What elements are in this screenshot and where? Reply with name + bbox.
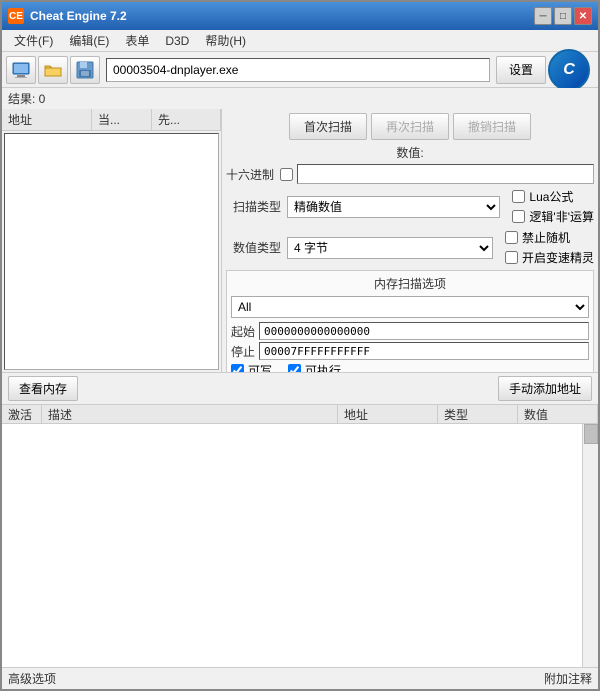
scan-type-row: 扫描类型 精确数值 比上次增加了 比上次减少了 大于… 未改变的值 Lua公式: [226, 188, 594, 225]
undo-scan-button[interactable]: 撤销扫描: [453, 113, 531, 140]
not-or-option-row: 逻辑'非'运算: [512, 208, 594, 225]
results-bar: 结果: 0: [2, 88, 598, 109]
speed-wizard-row: 开启变速精灵: [505, 249, 594, 266]
table-body: [2, 424, 598, 667]
writable-row: 可写: [231, 362, 272, 372]
value-section: 数值: 十六进制: [226, 144, 594, 184]
speed-wizard-label: 开启变速精灵: [522, 249, 594, 266]
computer-icon: [11, 60, 31, 80]
maximize-button[interactable]: □: [554, 7, 572, 25]
process-name: 00003504-dnplayer.exe: [113, 63, 238, 77]
title-controls: ─ □ ✕: [534, 7, 592, 25]
start-addr-row: 起始: [231, 322, 589, 340]
two-panel: 地址 当... 先... 首次扫描 再次扫描 撤销扫描 数值:: [2, 109, 598, 372]
value-type-select[interactable]: 1 字节 2 字节 4 字节 8 字节 浮点数: [287, 237, 493, 259]
open-file-button[interactable]: [38, 56, 68, 84]
scrollbar[interactable]: [582, 424, 598, 667]
settings-button[interactable]: 设置: [496, 56, 546, 84]
not-or-label: 逻辑'非'运算: [529, 208, 594, 225]
start-addr-input[interactable]: [259, 322, 589, 340]
left-col-current: 当...: [92, 109, 152, 130]
lua-checkbox[interactable]: [512, 190, 525, 203]
left-col-address: 地址: [2, 109, 92, 130]
add-comment-link[interactable]: 附加注释: [544, 670, 592, 687]
left-panel: 地址 当... 先...: [2, 109, 222, 372]
main-window: CE Cheat Engine 7.2 ─ □ ✕ 文件(F) 编辑(E) 表单…: [0, 0, 600, 691]
menu-file[interactable]: 文件(F): [6, 30, 61, 51]
bottom-toolbar: 查看内存 手动添加地址: [2, 372, 598, 404]
scan-buttons: 首次扫描 再次扫描 撤销扫描: [226, 113, 594, 140]
process-name-bar: 00003504-dnplayer.exe: [106, 58, 490, 82]
value-label: 数值:: [226, 144, 594, 161]
right-panel: 首次扫描 再次扫描 撤销扫描 数值: 十六进制 扫描类型: [222, 109, 598, 372]
hex-checkbox[interactable]: [280, 168, 293, 181]
left-list[interactable]: [4, 133, 219, 370]
save-button[interactable]: [70, 56, 100, 84]
no-random-row: 禁止随机: [505, 229, 594, 246]
ce-logo: C: [548, 49, 590, 91]
folder-icon: [43, 60, 63, 80]
stop-addr-row: 停止: [231, 342, 589, 360]
memory-scan-title: 内存扫描选项: [231, 275, 589, 292]
writable-checkbox[interactable]: [231, 364, 244, 372]
settings-label: 设置: [509, 61, 533, 78]
stop-addr-input[interactable]: [259, 342, 589, 360]
status-bar: 高级选项 附加注释: [2, 667, 598, 689]
no-random-checkbox[interactable]: [505, 231, 518, 244]
minimize-button[interactable]: ─: [534, 7, 552, 25]
toolbar-logo-area: 00003504-dnplayer.exe 设置 C: [102, 49, 594, 91]
app-icon: CE: [8, 8, 24, 24]
executable-checkbox[interactable]: [288, 364, 301, 372]
first-scan-button[interactable]: 首次扫描: [289, 113, 367, 140]
speed-wizard-checkbox[interactable]: [505, 251, 518, 264]
left-panel-header: 地址 当... 先...: [2, 109, 221, 131]
view-memory-button[interactable]: 查看内存: [8, 376, 78, 401]
title-bar-left: CE Cheat Engine 7.2: [8, 8, 127, 24]
col-value: 数值: [518, 405, 598, 423]
col-type: 类型: [438, 405, 518, 423]
value-input[interactable]: [297, 164, 594, 184]
value-type-label: 数值类型: [226, 239, 281, 256]
not-or-checkbox[interactable]: [512, 210, 525, 223]
table-header: 激活 描述 地址 类型 数值: [2, 404, 598, 424]
scrollbar-thumb[interactable]: [584, 424, 598, 444]
start-addr-label: 起始: [231, 323, 255, 340]
left-col-prev: 先...: [152, 109, 221, 130]
window-title: Cheat Engine 7.2: [30, 9, 127, 23]
scan-type-label: 扫描类型: [226, 198, 281, 215]
table-section: 激活 描述 地址 类型 数值: [2, 404, 598, 667]
hex-row: 十六进制: [226, 164, 594, 184]
add-address-button[interactable]: 手动添加地址: [498, 376, 592, 401]
col-addr: 地址: [338, 405, 438, 423]
writable-label: 可写: [248, 362, 272, 372]
lua-option-row: Lua公式: [512, 188, 594, 205]
results-count: 结果: 0: [8, 92, 45, 106]
menu-d3d[interactable]: D3D: [157, 32, 197, 50]
lua-label: Lua公式: [529, 188, 573, 205]
value-type-row: 数值类型 1 字节 2 字节 4 字节 8 字节 浮点数 禁止随机: [226, 229, 594, 266]
save-icon: [75, 60, 95, 80]
memory-scan-section: 内存扫描选项 All Custom 起始 停止: [226, 270, 594, 372]
executable-label: 可执行: [305, 362, 341, 372]
main-content: 结果: 0 地址 当... 先... 首次扫描 再次扫描 撤销扫描: [2, 88, 598, 689]
next-scan-button[interactable]: 再次扫描: [371, 113, 449, 140]
open-process-button[interactable]: [6, 56, 36, 84]
close-button[interactable]: ✕: [574, 7, 592, 25]
col-desc: 描述: [42, 405, 338, 423]
advanced-options-link[interactable]: 高级选项: [8, 670, 56, 687]
toolbar: 00003504-dnplayer.exe 设置 C: [2, 52, 598, 88]
executable-row: 可执行: [288, 362, 341, 372]
no-random-label: 禁止随机: [522, 229, 570, 246]
title-bar: CE Cheat Engine 7.2 ─ □ ✕: [2, 2, 598, 30]
memory-scan-select[interactable]: All Custom: [231, 296, 589, 318]
col-active: 激活: [2, 405, 42, 423]
scan-type-select[interactable]: 精确数值 比上次增加了 比上次减少了 大于… 未改变的值: [287, 196, 500, 218]
stop-addr-label: 停止: [231, 343, 255, 360]
hex-label: 十六进制: [226, 166, 276, 183]
